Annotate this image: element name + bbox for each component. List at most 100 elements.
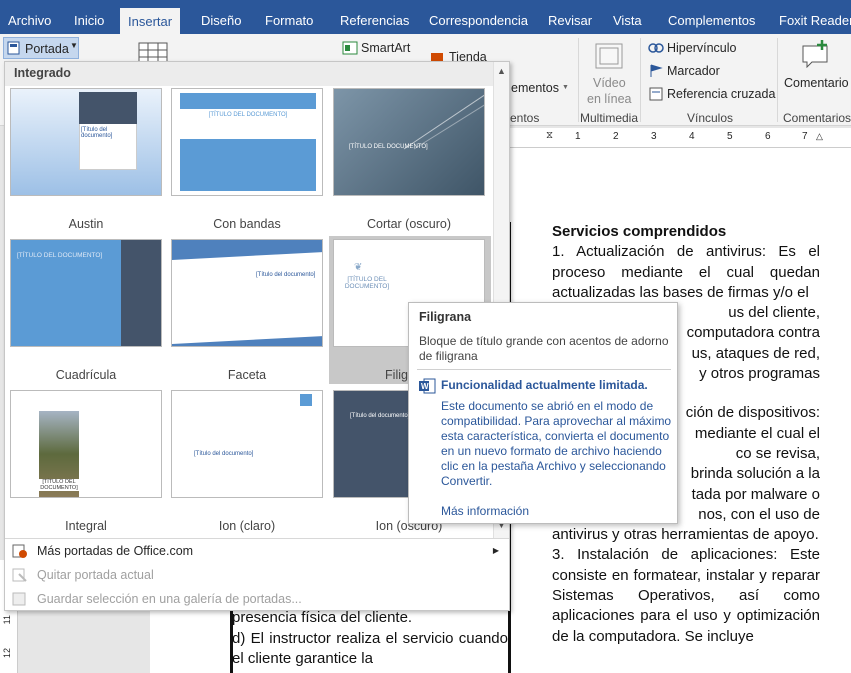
portada-button[interactable]: Portada ▼ <box>3 37 79 59</box>
tile-label: Cuadrícula <box>55 368 117 382</box>
chevron-down-icon: ▼ <box>70 41 78 50</box>
remove-cover-icon <box>12 568 27 582</box>
menu-item-label: Guardar selección en una galería de port… <box>37 592 302 606</box>
indent-marker-icon[interactable]: ⧖ <box>546 130 553 141</box>
tab-diseno[interactable]: Diseño <box>201 0 241 34</box>
referencia-cruzada-button[interactable]: Referencia cruzada <box>667 87 775 101</box>
tile-thumb-title: [Título del documento] <box>194 451 254 457</box>
elementos-group-label: entos <box>510 111 540 125</box>
tab-correspondencia[interactable]: Correspondencia <box>429 0 528 34</box>
ruler-tick: 7 <box>802 131 808 142</box>
document-paragraph: 1. Actualización de antivirus: Es el pro… <box>552 243 820 301</box>
tooltip-warning-body: Este documento se abrió en el modo de co… <box>441 399 672 488</box>
cover-tile-integral[interactable]: [TÍTULO DEL DOCUMENTO] <box>10 390 162 498</box>
tile-thumb-title: [TÍTULO DEL DOCUMENTO] <box>39 479 79 491</box>
tooltip-divider <box>417 369 671 370</box>
section-heading: Servicios comprendidos <box>552 223 727 240</box>
chevron-right-icon: ▶ <box>492 546 499 555</box>
ruler-tick: 5 <box>727 131 733 142</box>
document-line: presencia física del cliente. <box>232 609 413 626</box>
cover-tile-con-bandas[interactable]: [TÍTULO DEL DOCUMENTO] <box>171 88 323 196</box>
tab-complementos[interactable]: Complementos <box>668 0 755 34</box>
ribbon-tab-bar: Archivo Inicio Insertar Diseño Formato R… <box>0 0 851 34</box>
horizontal-ruler[interactable]: ⧖ 1 2 3 4 5 6 7 △ <box>509 128 851 148</box>
comentarios-group-label: Comentarios <box>783 111 851 125</box>
scroll-up-icon[interactable]: ▲ <box>497 66 506 76</box>
tile-label: Integral <box>65 519 107 533</box>
ruler-tick: 1 <box>575 131 581 142</box>
ruler-tick: 11 <box>2 615 12 625</box>
svg-text:W: W <box>421 382 429 391</box>
video-button[interactable]: Vídeo <box>593 76 626 90</box>
tab-foxit[interactable]: Foxit Reader P <box>779 0 851 34</box>
menu-item-label: Más portadas de Office.com <box>37 544 194 558</box>
tab-formato[interactable]: Formato <box>265 0 313 34</box>
hyperlink-icon <box>648 43 664 53</box>
comentario-button[interactable]: Comentario <box>784 76 849 90</box>
cross-reference-icon <box>649 87 663 101</box>
ruler-tick: 4 <box>689 131 695 142</box>
smartart-button[interactable]: SmartArt <box>361 41 410 55</box>
cover-tile-cuadricula[interactable]: [TÍTULO DEL DOCUMENTO] <box>10 239 162 347</box>
smartart-icon <box>342 41 358 55</box>
tile-thumb-title: [TÍTULO DEL DOCUMENTO] <box>349 144 428 150</box>
right-indent-marker-icon[interactable]: △ <box>816 131 823 142</box>
tab-archivo[interactable]: Archivo <box>8 0 51 34</box>
document-paragraph: 3. Instalación de aplicaciones: Este con… <box>552 546 820 645</box>
tile-decoration <box>403 94 484 150</box>
tooltip-title: Filigrana <box>419 310 472 324</box>
filigree-ornament-icon: ❦ <box>354 262 363 273</box>
cover-tile-ion-claro[interactable]: [Título del documento] <box>171 390 323 498</box>
cover-page-icon <box>7 41 20 55</box>
portada-label: Portada <box>25 42 69 56</box>
tab-revisar[interactable]: Revisar <box>548 0 592 34</box>
hipervinculo-button[interactable]: Hipervínculo <box>667 41 736 55</box>
tile-thumb-title: [Título del documento] <box>256 272 316 278</box>
ruler-tick: 2 <box>613 131 619 142</box>
gallery-header: Integrado <box>5 62 493 86</box>
filigrana-tooltip: Filigrana Bloque de título grande con ac… <box>408 302 678 524</box>
remove-cover-menu-item[interactable]: Quitar portada actual <box>5 563 509 587</box>
tile-thumb-title: [Título del documento] <box>350 413 410 419</box>
more-info-link[interactable]: Más información <box>441 504 529 518</box>
tile-thumb-title: [TÍTULO DEL DOCUMENTO] <box>344 276 390 290</box>
bookmark-icon <box>650 64 663 77</box>
menu-item-label: Quitar portada actual <box>37 568 154 582</box>
tab-insertar[interactable]: Insertar <box>120 8 181 34</box>
tile-label: Ion (claro) <box>218 519 276 533</box>
tile-label: Cortar (oscuro) <box>366 217 452 231</box>
document-left-column[interactable]: presencia física del cliente. d) El inst… <box>232 608 508 670</box>
document-paragraph: antivirus y otras herramientas de apoyo. <box>552 526 819 544</box>
video-button-line2: en línea <box>587 92 632 106</box>
more-covers-menu-item[interactable]: Más portadas de Office.com ▶ <box>5 539 509 563</box>
tab-referencias[interactable]: Referencias <box>340 0 409 34</box>
ruler-tick: 3 <box>651 131 657 142</box>
tile-label: Austin <box>68 217 104 231</box>
elementos-button[interactable]: ementos <box>511 81 559 95</box>
chevron-down-icon: ▼ <box>562 84 569 91</box>
video-icon <box>595 43 623 69</box>
office-online-icon <box>12 544 27 558</box>
ruler-tick: 6 <box>765 131 771 142</box>
tile-thumb-title: [TÍTULO DEL DOCUMENTO] <box>17 252 103 259</box>
tab-inicio[interactable]: Inicio <box>74 0 104 34</box>
marcador-button[interactable]: Marcador <box>667 64 720 78</box>
document-line: d) El instructor realiza el servicio cua… <box>232 629 508 668</box>
save-cover-menu-item[interactable]: Guardar selección en una galería de port… <box>5 587 509 611</box>
cover-tile-austin[interactable]: [Título del documento] <box>10 88 162 196</box>
multimedia-group-label: Multimedia <box>580 111 639 125</box>
comment-icon <box>802 40 828 68</box>
cover-tile-cortar-oscuro[interactable]: [TÍTULO DEL DOCUMENTO] <box>333 88 485 196</box>
save-to-gallery-icon <box>12 592 26 606</box>
tile-label: Con bandas <box>213 217 281 231</box>
word-document-icon: W <box>419 378 436 394</box>
tile-thumb-title: [TÍTULO DEL DOCUMENTO] <box>208 112 288 118</box>
tile-thumb-title: [Título del documento] <box>81 127 113 139</box>
cover-tile-faceta[interactable]: [Título del documento] <box>171 239 323 347</box>
tile-label: Faceta <box>227 368 267 382</box>
tooltip-description: Bloque de título grande con acentos de a… <box>419 334 669 363</box>
tile-decoration <box>172 240 322 346</box>
tab-vista[interactable]: Vista <box>613 0 642 34</box>
tooltip-warning-title: Funcionalidad actualmente limitada. <box>441 378 648 392</box>
vinculos-group-label: Vínculos <box>687 111 734 125</box>
